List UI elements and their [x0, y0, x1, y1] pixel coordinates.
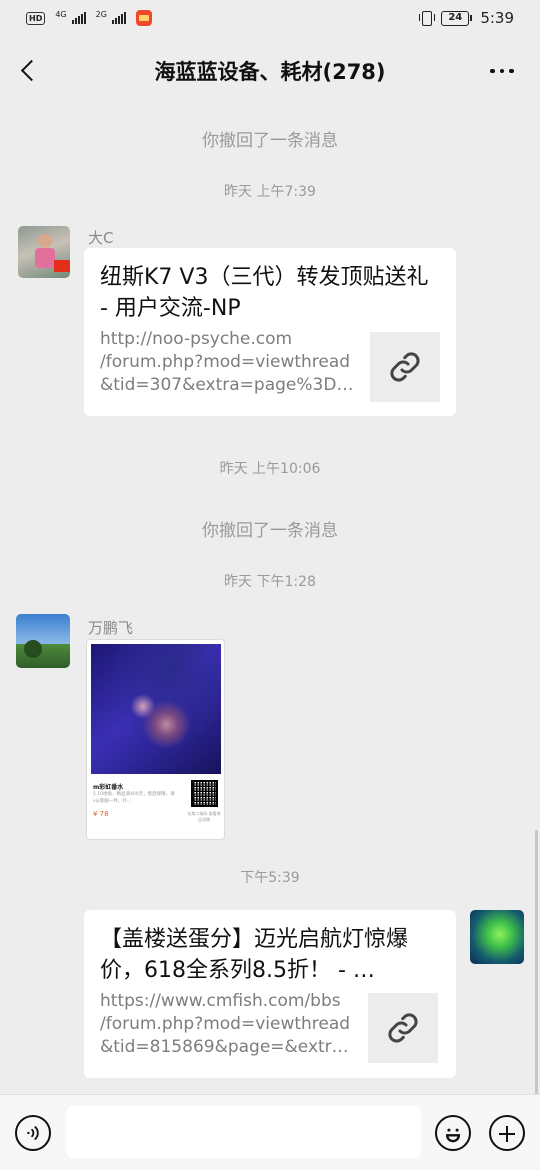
network-type-1: 4G	[55, 9, 67, 19]
link-card-title: 【盖楼送蛋分】迈光启航灯惊爆价，618全系列8.5折！ - …	[100, 927, 409, 983]
recall-notice: 你撤回了一条消息	[202, 521, 338, 541]
plus-icon[interactable]	[489, 1115, 525, 1151]
vibrate-icon	[419, 10, 436, 26]
status-right: 24 5:39	[419, 9, 514, 27]
emoji-icon[interactable]	[435, 1115, 471, 1151]
avatar[interactable]	[16, 614, 70, 668]
scrollbar[interactable]	[535, 830, 538, 1095]
link-card[interactable]: 纽斯K7 V3（三代）转发顶贴送礼 - 用户交流-NP http://noo-p…	[84, 248, 456, 416]
product-name: m彩虹番水	[93, 784, 124, 791]
chat-header: 海蓝蓝设备、耗材(278)	[0, 40, 540, 100]
voice-icon[interactable]	[15, 1115, 51, 1151]
hd-indicator: HD	[26, 11, 46, 25]
clock: 5:39	[480, 9, 514, 27]
timestamp: 昨天 上午10:06	[219, 461, 321, 477]
more-dots-icon[interactable]	[482, 56, 522, 86]
sender-name: 大C	[88, 229, 114, 247]
timestamp: 昨天 下午1:28	[224, 574, 316, 590]
status-left: HD 4G 2G	[26, 10, 152, 26]
message-input[interactable]	[66, 1106, 421, 1158]
link-card[interactable]: 【盖楼送蛋分】迈光启航灯惊爆价，618全系列8.5折！ - … https://…	[84, 910, 456, 1078]
signal-icon	[71, 12, 86, 24]
link-card-title: 纽斯K7 V3（三代）转发顶贴送礼 - 用户交流-NP	[100, 265, 429, 321]
signal-icon	[111, 12, 126, 24]
battery-level: 24	[441, 10, 470, 26]
sender-name: 万鹏飞	[88, 619, 134, 637]
link-icon	[370, 332, 440, 402]
avatar[interactable]	[470, 910, 524, 964]
link-icon	[368, 993, 438, 1063]
chat-title: 海蓝蓝设备、耗材(278)	[154, 60, 386, 84]
timestamp: 昨天 上午7:39	[224, 184, 316, 200]
status-bar: HD 4G 2G 24 5:39	[0, 0, 540, 38]
app-notification-icon	[135, 10, 152, 26]
recall-notice: 你撤回了一条消息	[202, 131, 338, 151]
timestamp: 下午5:39	[240, 870, 300, 886]
qr-hint: 长按二维码 查看商品详情	[187, 811, 221, 822]
product-desc: 5.10地角，精品滴400元，售后保障，请vip客服一件，外...	[93, 792, 175, 804]
link-card-url: http://noo-psyche.com /forum.php?mod=vie…	[100, 329, 354, 395]
input-bar	[0, 1094, 540, 1170]
coral-photo	[91, 644, 221, 774]
battery-icon: 24	[441, 10, 473, 26]
shared-image-card[interactable]: m彩虹番水 5.10地角，精品滴400元，售后保障，请vip客服一件，外... …	[86, 639, 225, 840]
avatar[interactable]	[18, 226, 70, 278]
product-price: ¥ 78	[93, 810, 109, 818]
network-type-2: 2G	[95, 9, 107, 19]
link-card-url: https://www.cmfish.com/bbs /forum.php?mo…	[100, 991, 351, 1057]
qr-code-icon	[191, 780, 218, 807]
